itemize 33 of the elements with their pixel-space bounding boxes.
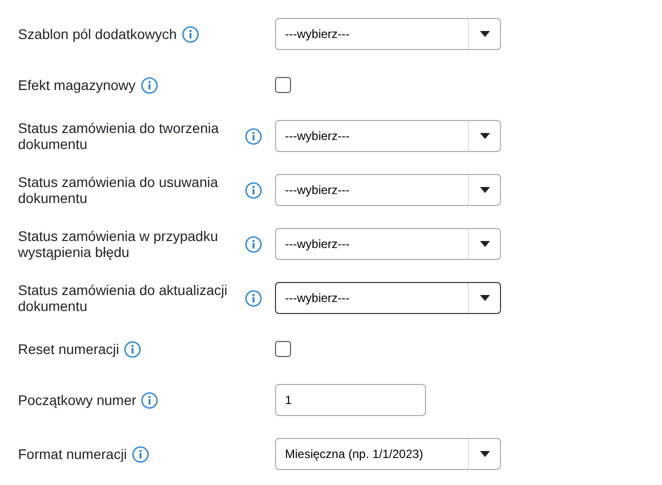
input-field[interactable]: 1 (275, 384, 426, 416)
info-icon[interactable] (132, 446, 149, 462)
info-icon[interactable] (245, 128, 262, 144)
select-dropdown[interactable]: ---wybierz--- (275, 18, 501, 50)
field-label: Reset numeracji (18, 340, 120, 358)
field-label: Szablon pól dodatkowych (18, 26, 177, 42)
field-label: Status zamówienia do tworzenia dokumentu (18, 120, 220, 152)
info-icon[interactable] (245, 182, 262, 198)
select-dropdown[interactable]: ---wybierz--- (275, 228, 501, 260)
field-label: Początkowy numer (18, 392, 136, 408)
field-label: Status zamówienia do aktualizacji dokumentu (18, 282, 228, 314)
field-label: Efekt magazynowy (18, 76, 136, 94)
checkbox[interactable] (275, 341, 291, 357)
field-label: Status zamówienia do usuwania dokumentu (18, 174, 220, 206)
caret-icon (480, 187, 490, 193)
select-dropdown[interactable]: ---wybierz--- (275, 282, 501, 314)
info-icon[interactable] (245, 236, 262, 252)
caret-icon (480, 133, 490, 139)
info-icon[interactable] (141, 392, 158, 408)
info-icon[interactable] (182, 26, 199, 42)
caret-icon (480, 31, 490, 37)
field-label: Status zamówienia w przypadku wystąpienia błędu (18, 228, 219, 260)
info-icon[interactable] (124, 340, 142, 358)
caret-icon (480, 451, 490, 457)
caret-icon (480, 295, 490, 301)
checkbox[interactable] (275, 77, 291, 93)
info-icon[interactable] (245, 290, 262, 306)
field-label: Format numeracji (18, 446, 127, 462)
info-icon[interactable] (140, 76, 158, 94)
select-dropdown[interactable]: Miesięczna (np. 1/1/2023) (275, 438, 501, 470)
select-dropdown[interactable]: ---wybierz--- (275, 120, 501, 152)
select-dropdown[interactable]: ---wybierz--- (275, 174, 501, 206)
caret-icon (480, 241, 490, 247)
